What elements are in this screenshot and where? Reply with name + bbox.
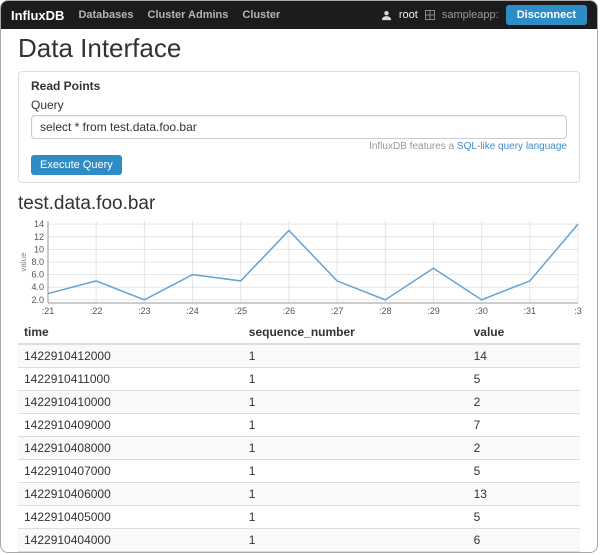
svg-text:2.0: 2.0 (31, 295, 44, 305)
navbar-right: root sampleapp: Disconnect (381, 5, 587, 25)
table-cell: 6 (468, 529, 580, 552)
read-points-panel: Read Points Query InfluxDB features a SQ… (18, 71, 580, 183)
svg-text:4.0: 4.0 (31, 282, 44, 292)
table-header-row: timesequence_numbervalue (18, 321, 580, 344)
table-cell: 1 (243, 391, 468, 414)
svg-text::21: :21 (42, 306, 55, 316)
series-title: test.data.foo.bar (18, 193, 580, 215)
sql-query-language-link[interactable]: SQL-like query language (457, 141, 567, 152)
svg-text:8.0: 8.0 (31, 257, 44, 267)
table-body: 1422910412000114142291041100015142291041… (18, 344, 580, 553)
line-chart: :21 :22 :23 :24 :25 :26 :27 :28 :29 :30 :31 :3 2.0 4.… (18, 217, 584, 317)
app-label: sampleapp: (442, 9, 499, 21)
table-cell: 1422910405000 (18, 506, 243, 529)
table-cell: 1422910407000 (18, 460, 243, 483)
svg-text:10: 10 (34, 244, 44, 254)
results-table: timesequence_numbervalue 142291041200011… (18, 321, 580, 553)
navbar-item-cluster[interactable]: Cluster (242, 9, 280, 21)
table-row: 142291040500015 (18, 506, 580, 529)
table-cell: 1422910410000 (18, 391, 243, 414)
navbar-item-cluster-admins[interactable]: Cluster Admins (148, 9, 229, 21)
svg-text:14: 14 (34, 219, 44, 229)
table-cell: 14 (468, 344, 580, 368)
svg-text::26: :26 (283, 306, 296, 316)
table-row: 142291040400016 (18, 529, 580, 552)
table-cell: 1 (243, 414, 468, 437)
disconnect-button[interactable]: Disconnect (506, 5, 587, 25)
table-row: 142291040900017 (18, 414, 580, 437)
svg-text::27: :27 (331, 306, 344, 316)
table-cell: 1 (243, 483, 468, 506)
app-icon (425, 10, 435, 20)
navbar-item-databases[interactable]: Databases (78, 9, 133, 21)
table-row: 142291040700015 (18, 460, 580, 483)
svg-text:6.0: 6.0 (31, 270, 44, 280)
table-cell: 1422910411000 (18, 368, 243, 391)
svg-text::28: :28 (379, 306, 392, 316)
svg-text:value: value (19, 252, 28, 272)
panel-legend: Read Points (31, 79, 567, 93)
chart-container: :21 :22 :23 :24 :25 :26 :27 :28 :29 :30 :31 :3 2.0 4.… (18, 217, 580, 317)
table-row: 142291041000012 (18, 391, 580, 414)
table-row: 1422910403000 (18, 552, 580, 554)
table-cell (468, 552, 580, 554)
table-cell: 1 (243, 460, 468, 483)
app-window: InfluxDB DatabasesCluster AdminsCluster … (0, 0, 598, 553)
svg-text:12: 12 (34, 232, 44, 242)
navbar-menu: Databases Cluster Admins Cluster (78, 9, 280, 21)
svg-text::3: :3 (574, 306, 582, 316)
column-header-value: value (468, 321, 580, 344)
table-row: 142291040800012 (18, 437, 580, 460)
brand[interactable]: InfluxDB (11, 8, 64, 23)
table-cell: 1422910409000 (18, 414, 243, 437)
table-cell: 1 (243, 506, 468, 529)
user-label: root (399, 9, 418, 21)
column-header-sequence_number: sequence_number (243, 321, 468, 344)
table-cell: 1 (243, 368, 468, 391)
svg-text::23: :23 (138, 306, 151, 316)
table-cell: 13 (468, 483, 580, 506)
svg-text::22: :22 (90, 306, 103, 316)
query-label: Query (31, 98, 567, 112)
svg-text::30: :30 (475, 306, 488, 316)
column-header-time: time (18, 321, 243, 344)
table-cell: 1422910403000 (18, 552, 243, 554)
hint-text: InfluxDB features a (369, 141, 457, 152)
table-row: 1422910412000114 (18, 344, 580, 368)
table-cell: 5 (468, 506, 580, 529)
results-table-wrap: timesequence_numbervalue 142291041200011… (18, 321, 580, 553)
table-cell: 1422910412000 (18, 344, 243, 368)
user-icon (381, 10, 392, 21)
table-cell: 1422910404000 (18, 529, 243, 552)
table-cell: 1422910406000 (18, 483, 243, 506)
table-row: 142291041100015 (18, 368, 580, 391)
query-hint: InfluxDB features a SQL-like query langu… (31, 141, 567, 152)
svg-text::25: :25 (234, 306, 247, 316)
table-row: 1422910406000113 (18, 483, 580, 506)
table-cell: 1 (243, 437, 468, 460)
main-content: Data Interface Read Points Query InfluxD… (1, 29, 597, 553)
table-cell: 5 (468, 460, 580, 483)
execute-query-button[interactable]: Execute Query (31, 155, 122, 175)
table-cell: 1422910408000 (18, 437, 243, 460)
table-cell: 1 (243, 529, 468, 552)
svg-text::31: :31 (524, 306, 537, 316)
navbar: InfluxDB DatabasesCluster AdminsCluster … (1, 1, 597, 29)
svg-text::29: :29 (427, 306, 440, 316)
table-cell: 2 (468, 437, 580, 460)
page-title: Data Interface (18, 33, 580, 63)
table-cell: 2 (468, 391, 580, 414)
table-cell: 5 (468, 368, 580, 391)
table-cell (243, 552, 468, 554)
query-input[interactable] (31, 115, 567, 139)
table-cell: 1 (243, 344, 468, 368)
table-cell: 7 (468, 414, 580, 437)
svg-text::24: :24 (186, 306, 199, 316)
